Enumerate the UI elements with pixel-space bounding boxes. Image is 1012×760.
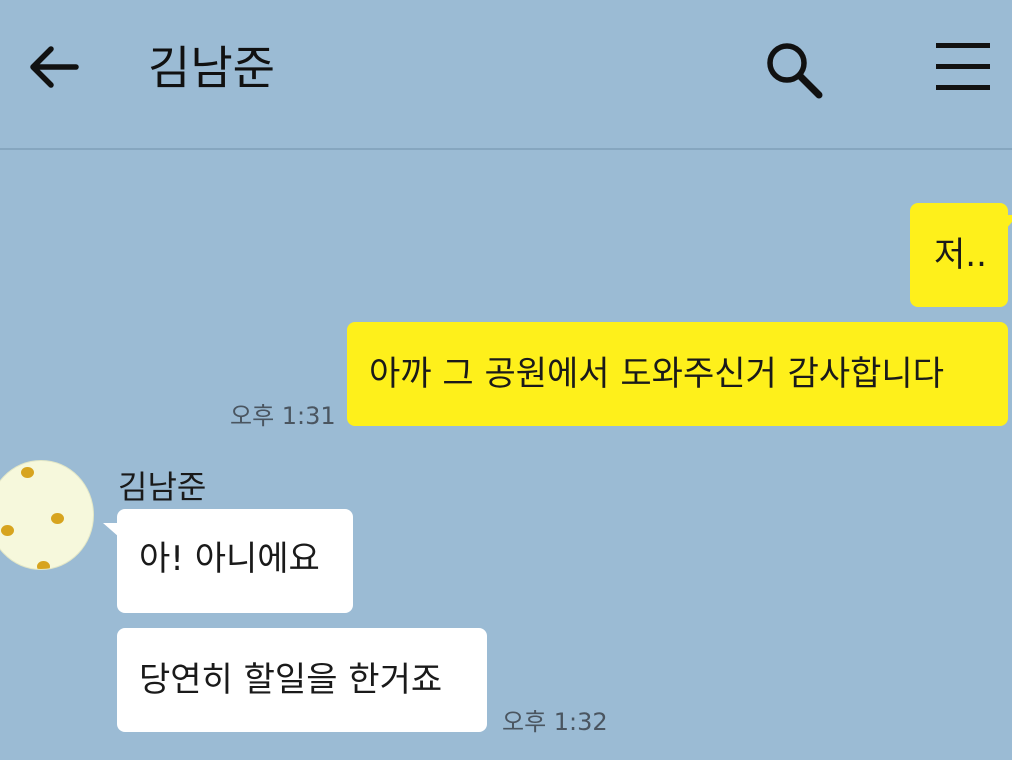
sender-name: 김남준: [118, 468, 207, 506]
message-text: 아까 그 공원에서 도와주신거 감사합니다: [369, 354, 944, 394]
message-text: 아! 아니에요: [139, 539, 320, 579]
hamburger-menu-icon: [936, 43, 990, 90]
back-arrow-icon: [30, 46, 79, 88]
avatar-pattern: [1, 525, 14, 536]
search-icon: [767, 43, 823, 99]
search-button[interactable]: [762, 38, 824, 100]
their-message-bubble[interactable]: 당연히 할일을 한거죠: [117, 628, 487, 732]
message-time: 오후 1:32: [502, 708, 608, 736]
avatar-pattern: [21, 467, 34, 478]
my-message-bubble[interactable]: 아까 그 공원에서 도와주신거 감사합니다: [347, 322, 1008, 426]
their-message-bubble[interactable]: 아! 아니에요: [103, 509, 353, 613]
avatar-pattern: [51, 513, 64, 524]
message-text: 저..: [934, 235, 987, 275]
menu-button[interactable]: [934, 40, 992, 92]
my-message-bubble[interactable]: 저..: [910, 203, 1012, 307]
message-time: 오후 1:31: [230, 402, 336, 430]
bubble-tail: [103, 523, 119, 537]
avatar[interactable]: [0, 460, 94, 570]
chat-header: 김남준: [0, 0, 1012, 150]
back-button[interactable]: [24, 40, 82, 94]
avatar-pattern: [37, 561, 50, 569]
chat-title: 김남준: [148, 41, 275, 95]
message-text: 당연히 할일을 한거죠: [139, 660, 443, 700]
bubble-tail: [1006, 215, 1012, 229]
